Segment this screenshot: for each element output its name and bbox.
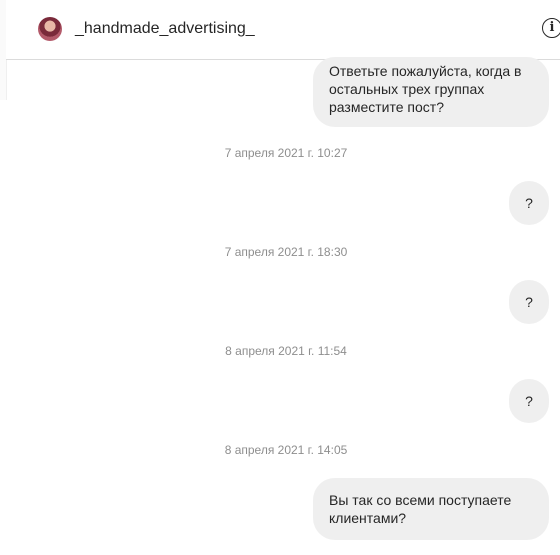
avatar[interactable] (38, 17, 62, 41)
message-bubble: ? (509, 181, 549, 225)
message-timestamp: 7 апреля 2021 г. 10:27 (224, 146, 348, 160)
message-timestamp: 8 апреля 2021 г. 14:05 (224, 443, 348, 457)
message-bubble: ? (509, 379, 549, 423)
info-icon[interactable]: i (542, 18, 560, 38)
message-bubble: Вы так со всеми поступаете клиентами? (313, 478, 549, 540)
chat-header: _handmade_advertising_ i (6, 0, 560, 60)
message-bubble: Ответьте пожалуйста, когда в остальных т… (313, 57, 549, 127)
message-timestamp: 7 апреля 2021 г. 18:30 (224, 245, 348, 259)
message-timestamp: 8 апреля 2021 г. 11:54 (225, 344, 347, 358)
message-bubble: ? (509, 280, 549, 324)
chat-username[interactable]: _handmade_advertising_ (75, 20, 255, 38)
